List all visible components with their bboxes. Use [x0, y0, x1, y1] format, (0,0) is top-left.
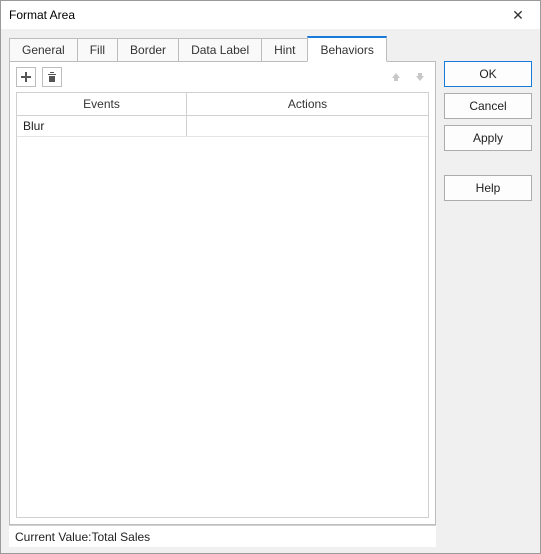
tab-strip: General Fill Border Data Label Hint Beha… [9, 35, 436, 61]
tab-data-label[interactable]: Data Label [178, 38, 262, 61]
tab-hint[interactable]: Hint [261, 38, 308, 61]
tab-general[interactable]: General [9, 38, 78, 61]
table-header: Events Actions [17, 93, 428, 116]
main-column: General Fill Border Data Label Hint Beha… [9, 35, 436, 547]
tab-fill[interactable]: Fill [77, 38, 118, 61]
plus-icon [20, 71, 32, 83]
button-gap [444, 157, 532, 169]
dialog-body: General Fill Border Data Label Hint Beha… [1, 29, 540, 553]
cancel-button[interactable]: Cancel [444, 93, 532, 119]
move-down-button[interactable] [411, 68, 429, 86]
arrow-down-icon [414, 71, 426, 83]
close-icon: ✕ [512, 7, 524, 24]
help-button[interactable]: Help [444, 175, 532, 201]
cell-event[interactable]: Blur [17, 116, 187, 136]
arrow-up-icon [390, 71, 402, 83]
behaviors-toolbar [10, 62, 435, 92]
ok-button[interactable]: OK [444, 61, 532, 87]
header-events[interactable]: Events [17, 93, 187, 115]
behaviors-table: Events Actions Blur [16, 92, 429, 518]
table-row[interactable]: Blur [17, 116, 428, 137]
table-body: Blur [17, 116, 428, 517]
titlebar: Format Area ✕ [1, 1, 540, 29]
trash-icon [46, 71, 58, 83]
status-value: Total Sales [91, 530, 150, 544]
delete-button[interactable] [42, 67, 62, 87]
tab-behaviors[interactable]: Behaviors [307, 36, 386, 62]
close-button[interactable]: ✕ [500, 3, 536, 27]
button-column: OK Cancel Apply Help [444, 35, 532, 547]
add-button[interactable] [16, 67, 36, 87]
move-up-button[interactable] [387, 68, 405, 86]
tab-border[interactable]: Border [117, 38, 179, 61]
apply-button[interactable]: Apply [444, 125, 532, 151]
status-label: Current Value: [15, 530, 91, 544]
cell-action[interactable] [187, 116, 428, 136]
header-actions[interactable]: Actions [187, 93, 428, 115]
status-bar: Current Value:Total Sales [9, 525, 436, 547]
format-area-dialog: Format Area ✕ General Fill Border Data L… [0, 0, 541, 554]
window-title: Format Area [9, 8, 500, 22]
behaviors-panel: Events Actions Blur [9, 61, 436, 525]
